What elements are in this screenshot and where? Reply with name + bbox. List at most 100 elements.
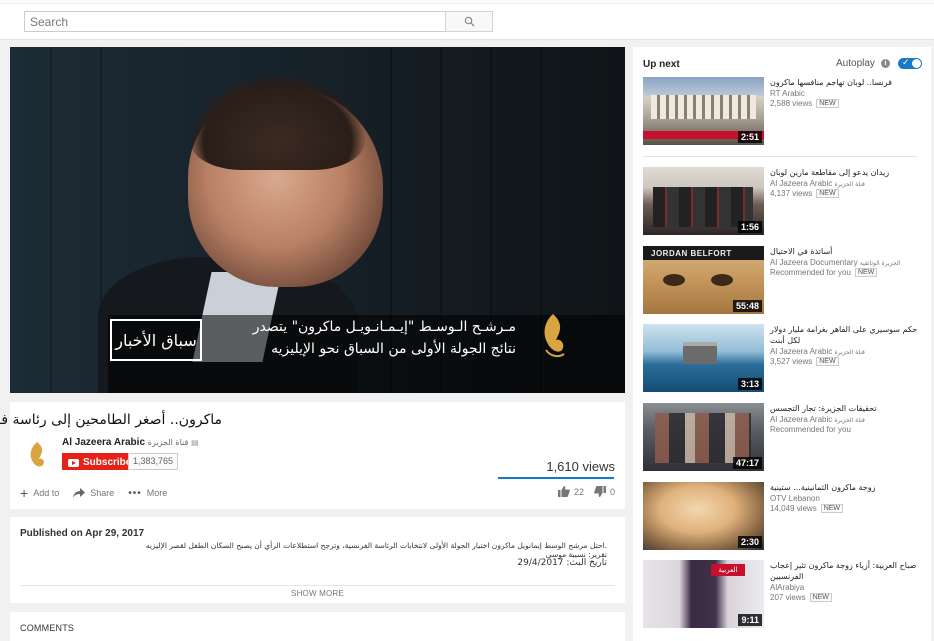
thumbs-up-icon — [557, 486, 570, 497]
channel-name-en[interactable]: Al Jazeera Arabic — [770, 347, 832, 356]
video-title[interactable]: أساتذة في الاحتيال — [770, 246, 920, 257]
recommendation-note: Recommended for you — [770, 268, 851, 277]
autoplay-toggle[interactable]: ✓ — [898, 57, 922, 69]
video-duration: 2:51 — [737, 131, 762, 143]
up-next-video[interactable]: JORDAN BELFORT 55:48 أساتذة في الاحتيال … — [643, 246, 923, 314]
video-thumbnail[interactable]: 2:51 — [643, 77, 764, 145]
up-next-video[interactable]: 3:13 حكم سوسيري على الفاهر بغرامة مليار … — [643, 324, 923, 392]
video-thumbnail[interactable]: 3:13 — [643, 324, 764, 392]
new-badge: NEW — [854, 268, 878, 277]
like-button[interactable]: 22 — [557, 486, 584, 497]
recommendation-note: Recommended for you — [770, 425, 851, 434]
al-jazeera-logo-icon — [544, 314, 565, 358]
search-icon — [464, 16, 474, 27]
thumbs-down-icon — [594, 486, 606, 497]
video-duration: 47:17 — [732, 457, 762, 469]
caption-line-2: نتائج الجولة الأولى من السباق نحو الإيلي… — [271, 341, 516, 357]
description-line: تاريخ البث: 29/4/2017 — [517, 558, 607, 568]
share-icon — [73, 488, 86, 498]
up-next-video[interactable]: 2:30 زوجة ماكرون الثمانينية... ستينية OT… — [643, 482, 923, 550]
channel-name-en[interactable]: Al Jazeera Arabic — [62, 437, 145, 448]
view-count: 2,588 views — [770, 99, 813, 108]
video-stats: 4,137 views NEW — [770, 189, 920, 198]
video-stats: 2,588 views NEW — [770, 99, 920, 108]
more-dots-icon: ••• — [128, 487, 142, 499]
more-button[interactable]: ••• More — [128, 488, 167, 499]
new-badge: NEW — [816, 99, 839, 108]
masthead: Search — [0, 0, 934, 40]
up-next-video[interactable]: 47:17 تحقيقات الجزيرة: تجار التجسس Al Ja… — [643, 403, 923, 471]
speaker-hair — [190, 75, 365, 170]
eye-left — [663, 274, 685, 286]
video-meta: حكم سوسيري على الفاهر بغرامة مليار دولار… — [770, 324, 920, 366]
video-thumbnail[interactable]: 2:30 — [643, 482, 764, 550]
video-meta: صباح العربية: أزياء زوجة ماكرون تثير إعج… — [770, 560, 920, 602]
comments-title: COMMENTS — [20, 623, 75, 633]
description-line: احتل مرشح الوسط إيمانويل ماكرون اختيار ا… — [145, 541, 607, 550]
description-text: احتل مرشح الوسط إيمانويل ماكرون اختيار ا… — [137, 541, 607, 568]
dislike-button[interactable]: 0 — [594, 486, 615, 497]
up-next-video[interactable]: 1:56 زيدان يدعو إلى مقاطعة مارين لوبان A… — [643, 167, 923, 235]
share-button[interactable]: Share — [73, 488, 114, 498]
channel-name-en[interactable]: Al Jazeera Arabic — [770, 179, 832, 188]
channel-name-en[interactable]: RT Arabic — [770, 89, 805, 98]
channel-name[interactable]: AlArabiya — [770, 583, 920, 592]
up-next-video[interactable]: 2:51 فرنسا.. لوبان تهاجم منافسها ماكرون … — [643, 77, 923, 145]
channel-name-en[interactable]: OTV Lebanon — [770, 494, 820, 503]
new-badge: NEW — [809, 593, 832, 602]
video-player[interactable]: سباق الأخبار مـرشـح الـوسـط "إيـمـانـويـ… — [10, 47, 625, 393]
video-stats: Recommended for you NEW — [770, 268, 920, 277]
video-meta: زيدان يدعو إلى مقاطعة مارين لوبان Al Jaz… — [770, 167, 920, 198]
up-next-video[interactable]: العربية 9:11 صباح العربية: أزياء زوجة ما… — [643, 560, 923, 628]
video-title[interactable]: حكم سوسيري على الفاهر بغرامة مليار دولار… — [770, 324, 920, 346]
up-next-sidebar: Up next Autoplay i ✓ 2:51 فرنسا.. لوبان … — [633, 47, 931, 641]
youtube-play-icon — [68, 458, 79, 467]
add-to-button[interactable]: + Add to — [20, 485, 59, 501]
video-meta: زوجة ماكرون الثمانينية... ستينية OTV Leb… — [770, 482, 920, 513]
search-button[interactable] — [445, 11, 493, 32]
video-title[interactable]: فرنسا.. لوبان تهاجم منافسها ماكرون — [770, 77, 920, 88]
new-badge: NEW — [820, 504, 844, 513]
curtain-fold — [50, 47, 52, 393]
video-thumbnail[interactable]: JORDAN BELFORT 55:48 — [643, 246, 764, 314]
verified-icon: ▤ — [191, 438, 199, 447]
plus-icon: + — [20, 485, 29, 501]
masthead-topline — [0, 0, 934, 4]
video-stats: 14,049 views NEW — [770, 504, 920, 513]
channel-name[interactable]: Al Jazeera Documentary الجزيرة الوثائقية — [770, 258, 920, 267]
subscribe-button[interactable]: Subscribe — [62, 453, 138, 470]
video-duration: 2:30 — [737, 536, 762, 548]
search-input[interactable]: Search — [24, 11, 446, 32]
channel-name-en[interactable]: AlArabiya — [770, 583, 804, 592]
info-icon[interactable]: i — [881, 59, 890, 68]
video-duration: 9:11 — [738, 614, 762, 626]
channel-logo-icon[interactable] — [24, 440, 50, 470]
channel-name[interactable]: Al Jazeera Arabic قناة الجزيرة — [770, 415, 920, 424]
show-more-button[interactable]: SHOW MORE — [10, 589, 625, 598]
channel-name[interactable]: Al Jazeera Arabic قناة الجزيرة ▤ — [62, 437, 199, 448]
video-title[interactable]: زوجة ماكرون الثمانينية... ستينية — [770, 482, 920, 493]
video-title[interactable]: زيدان يدعو إلى مقاطعة مارين لوبان — [770, 167, 920, 178]
channel-name-ar: الجزيرة الوثائقية — [859, 260, 901, 267]
caption-line-1: مـرشـح الـوسـط "إيـمـانـويـل ماكرون" يتص… — [252, 319, 516, 335]
check-icon: ✓ — [902, 57, 910, 67]
thumbnail-caption: JORDAN BELFORT — [643, 246, 764, 260]
video-thumbnail[interactable]: 47:17 — [643, 403, 764, 471]
channel-name[interactable]: Al Jazeera Arabic قناة الجزيرة — [770, 347, 920, 356]
like-dislike-bar: 22 0 — [557, 486, 615, 497]
channel-name[interactable]: Al Jazeera Arabic قناة الجزيرة — [770, 179, 920, 188]
video-meta: أساتذة في الاحتيال Al Jazeera Documentar… — [770, 246, 920, 277]
channel-name[interactable]: RT Arabic — [770, 89, 920, 98]
up-next-title: Up next — [643, 59, 680, 70]
people-figures — [655, 413, 751, 463]
channel-name-en[interactable]: Al Jazeera Arabic — [770, 415, 832, 424]
video-thumbnail[interactable]: العربية 9:11 — [643, 560, 764, 628]
video-thumbnail[interactable]: 1:56 — [643, 167, 764, 235]
channel-name[interactable]: OTV Lebanon — [770, 494, 920, 503]
channel-name-en[interactable]: Al Jazeera Documentary — [770, 258, 858, 267]
video-title[interactable]: تحقيقات الجزيرة: تجار التجسس — [770, 403, 920, 414]
video-title[interactable]: صباح العربية: أزياء زوجة ماكرون تثير إعج… — [770, 560, 920, 582]
video-stats: 3,527 views NEW — [770, 357, 920, 366]
video-duration: 3:13 — [737, 378, 762, 390]
publish-date: Published on Apr 29, 2017 — [20, 528, 145, 539]
